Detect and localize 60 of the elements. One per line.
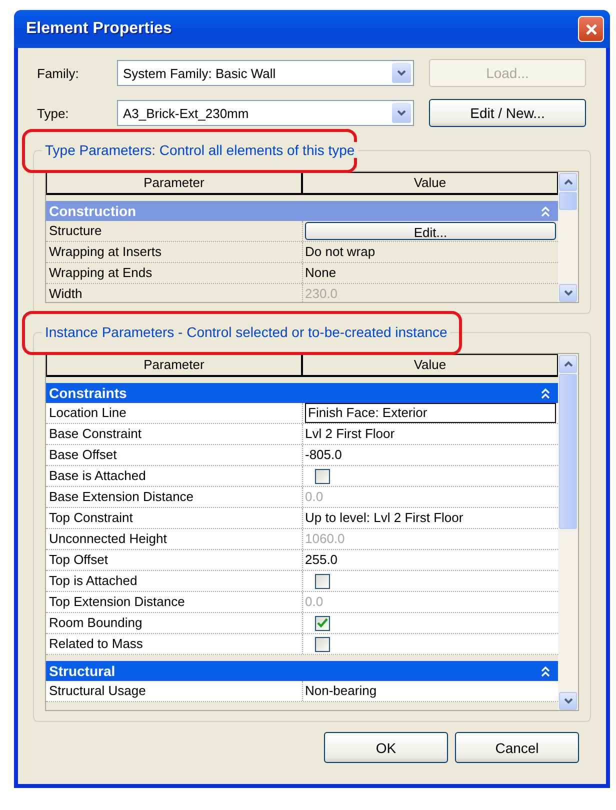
value-text: 230.0 [305,285,338,302]
column-header[interactable]: Parameter [47,355,301,375]
field-label: Type: [36,106,70,120]
value-text: 1060.0 [305,530,345,548]
parameter-name: Wrapping at Ends [49,264,152,282]
edit-button[interactable]: Edit... [305,222,556,240]
window-title: Element Properties [26,20,172,38]
section-header[interactable]: Structural [46,661,558,681]
parameter-name: Top Offset [49,551,108,569]
value-text: 0.0 [305,593,324,611]
checkbox[interactable] [315,574,330,588]
checkbox[interactable] [315,616,330,630]
scroll-down-button[interactable] [559,284,577,302]
value-text: -805.0 [305,446,342,464]
value-text: 255.0 [305,551,338,569]
column-header[interactable]: Parameter [47,173,301,193]
value-text: Non-bearing [305,682,377,700]
check-icon [317,618,328,628]
parameter-name: Base Extension Distance [49,488,194,506]
collapse-icon [541,666,550,676]
value-text: Up to level: Lvl 2 First Floor [305,509,464,527]
field-label: Family: [36,66,80,80]
scrollbar-thumb[interactable] [559,374,577,529]
parameter-name: Structure [49,222,102,240]
parameter-name: Unconnected Height [49,530,167,548]
group-title: Type Parameters: Control all elements of this type [42,142,358,158]
parameter-name: Top Constraint [49,509,133,527]
parameter-name: Location Line [49,404,126,422]
value-text: 0.0 [305,488,324,506]
checkbox[interactable] [315,468,330,484]
parameter-name: Room Bounding [49,614,142,632]
edit-new-button[interactable]: Edit / New... [429,99,586,127]
close-button[interactable] [578,16,604,42]
scroll-up-button[interactable] [559,173,577,191]
value-text: None [305,264,336,282]
close-icon [584,22,598,36]
dialog-button[interactable]: OK [324,732,448,763]
parameter-name: Top is Attached [49,572,138,590]
dropdown[interactable]: System Family: Basic Wall [117,60,414,86]
checkbox[interactable] [315,636,330,652]
collapse-icon [541,388,550,398]
group-title: Instance Parameters - Control selected or to-be-created instance [42,324,450,340]
parameter-name: Structural Usage [49,682,146,700]
dropdown[interactable]: A3_Brick-Ext_230mm [117,100,414,126]
parameter-name: Width [49,285,82,302]
section-header[interactable]: Constraints [46,383,558,403]
parameter-name: Wrapping at Inserts [49,243,162,261]
value-text: Lvl 2 First Floor [305,425,395,443]
parameter-name: Base is Attached [49,467,146,485]
scroll-up-button[interactable] [559,355,577,373]
value-text: Do not wrap [305,243,376,261]
parameter-name: Related to Mass [49,635,143,653]
parameter-name: Base Offset [49,446,117,464]
dialog-button[interactable]: Cancel [455,732,579,763]
collapse-icon [541,206,550,216]
parameter-name: Top Extension Distance [49,593,185,611]
scrollbar-thumb[interactable] [559,192,577,210]
scroll-down-button[interactable] [559,692,577,710]
parameter-name: Base Constraint [49,425,142,443]
value-field[interactable]: Finish Face: Exterior [305,403,556,423]
